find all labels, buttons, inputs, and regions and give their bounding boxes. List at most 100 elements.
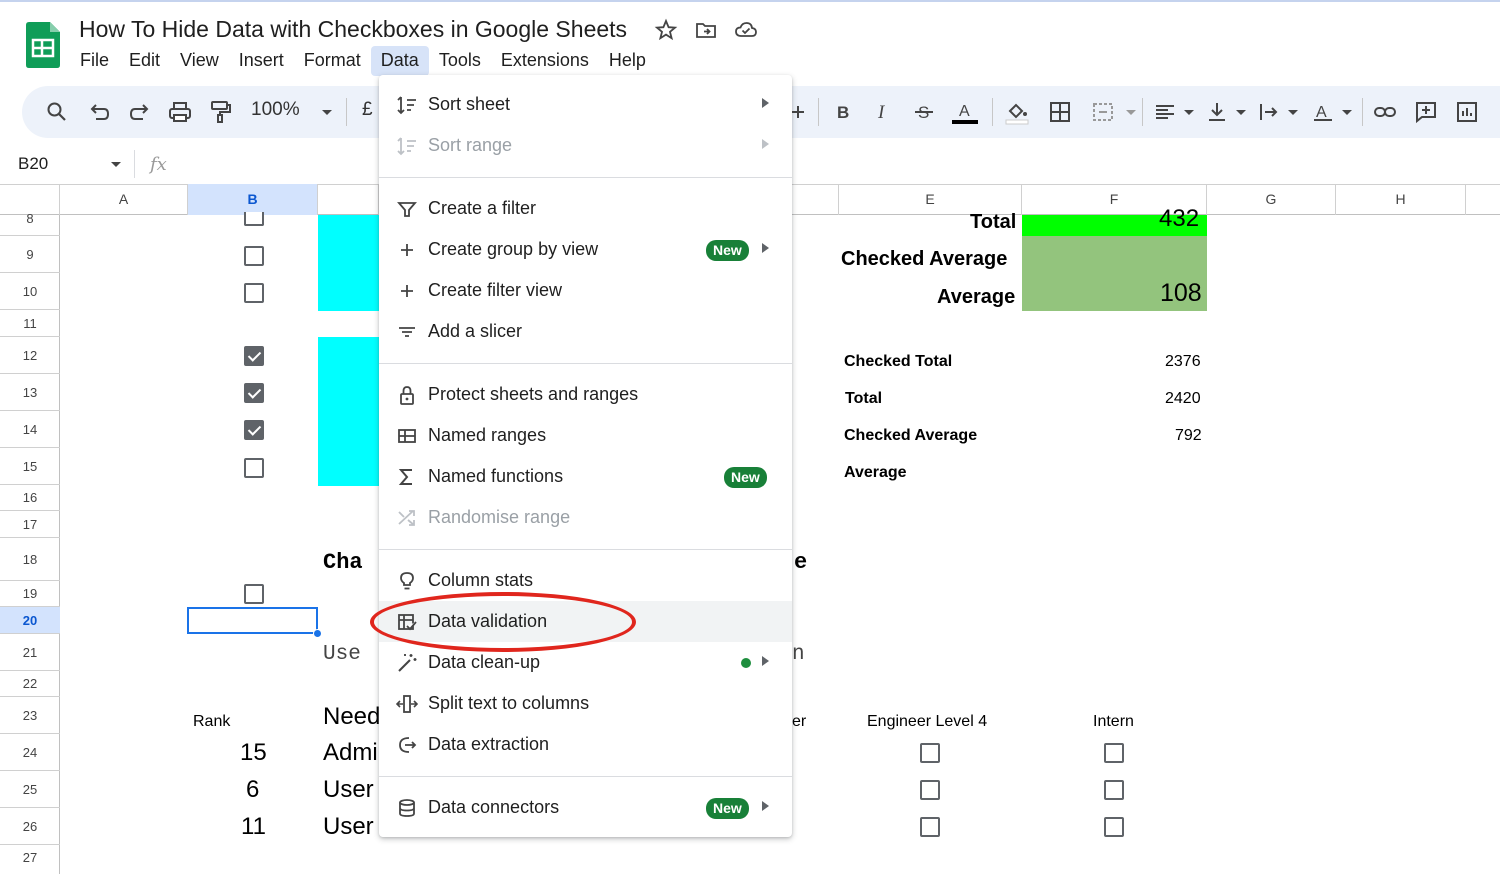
column-header-i[interactable] (1466, 184, 1500, 215)
row-header[interactable]: 13 (0, 374, 60, 411)
row-header[interactable]: 12 (0, 337, 60, 374)
bold-icon[interactable]: B (829, 99, 855, 125)
row-header[interactable]: 16 (0, 485, 60, 511)
row-header[interactable]: 18 (0, 538, 60, 581)
checkbox[interactable] (920, 780, 940, 800)
chevron-down-icon[interactable] (1118, 99, 1144, 125)
document-title[interactable]: How To Hide Data with Checkboxes in Goog… (79, 16, 627, 43)
row-header[interactable]: 11 (0, 310, 60, 337)
summary-label: Checked Total (844, 353, 953, 370)
fill-handle[interactable] (313, 629, 322, 638)
menu-help[interactable]: Help (599, 46, 656, 76)
checkbox[interactable] (1104, 743, 1124, 763)
row-header[interactable]: 9 (0, 236, 60, 273)
column-header-b[interactable]: B (188, 184, 318, 215)
zoom-select[interactable]: 100% (251, 99, 300, 121)
checkbox[interactable] (1104, 780, 1124, 800)
menu-item-create-filter-view[interactable]: Create filter view (379, 270, 792, 311)
chevron-down-icon[interactable] (1334, 99, 1360, 125)
row-header[interactable]: 19 (0, 581, 60, 607)
cloud-saved-icon[interactable] (734, 18, 758, 42)
checkbox[interactable] (244, 458, 264, 478)
checkbox[interactable] (244, 212, 264, 226)
menu-item-split-text[interactable]: Split text to columns (379, 683, 792, 724)
name-box[interactable]: B20 (18, 154, 48, 174)
paint-format-icon[interactable] (207, 99, 233, 125)
redo-icon[interactable] (127, 99, 153, 125)
menu-item-data-extraction[interactable]: Data extraction (379, 724, 792, 765)
row-header[interactable]: 26 (0, 808, 60, 845)
fill-color-icon[interactable] (1004, 99, 1030, 125)
menu-insert[interactable]: Insert (229, 46, 294, 76)
undo-icon[interactable] (86, 99, 112, 125)
star-icon[interactable] (654, 18, 678, 42)
insert-chart-icon[interactable] (1454, 99, 1480, 125)
column-header-a[interactable]: A (60, 184, 188, 215)
row-header[interactable]: 20 (0, 607, 60, 634)
strikethrough-icon[interactable]: S (911, 99, 937, 125)
text-rotation-icon[interactable]: A (1310, 99, 1336, 125)
menu-item-data-connectors[interactable]: Data connectors New (379, 787, 792, 828)
menu-file[interactable]: File (70, 46, 119, 76)
merge-cells-icon[interactable] (1090, 99, 1116, 125)
row-header[interactable]: 15 (0, 448, 60, 485)
currency-button[interactable]: £ (362, 99, 373, 121)
menu-item-create-group-by-view[interactable]: Create group by view New (379, 229, 792, 270)
checkbox[interactable] (920, 743, 940, 763)
checkbox[interactable] (244, 283, 264, 303)
row-header[interactable]: 23 (0, 697, 60, 734)
column-header-g[interactable]: G (1207, 184, 1336, 215)
checkbox[interactable] (244, 246, 264, 266)
borders-icon[interactable] (1047, 99, 1073, 125)
chevron-down-icon[interactable] (1176, 99, 1202, 125)
row-header[interactable]: 21 (0, 634, 60, 671)
move-folder-icon[interactable] (694, 18, 718, 42)
chevron-down-icon[interactable] (314, 99, 340, 125)
checkbox-checked[interactable] (244, 383, 264, 403)
insert-comment-icon[interactable] (1413, 99, 1439, 125)
menu-item-named-functions[interactable]: Named functions New (379, 456, 792, 497)
checkbox-checked[interactable] (244, 346, 264, 366)
checkbox[interactable] (920, 817, 940, 837)
row-header[interactable]: 22 (0, 671, 60, 697)
search-icon[interactable] (44, 99, 70, 125)
column-header-h[interactable]: H (1336, 184, 1466, 215)
menu-item-sort-range[interactable]: Sort range (379, 125, 792, 166)
checkbox[interactable] (1104, 817, 1124, 837)
sheets-logo-icon[interactable] (26, 22, 60, 68)
menu-extensions[interactable]: Extensions (491, 46, 599, 76)
text-color-icon[interactable]: A (952, 99, 978, 125)
checkbox-checked[interactable] (244, 420, 264, 440)
column-header-c[interactable] (318, 184, 379, 215)
italic-icon[interactable]: I (870, 99, 896, 125)
menu-format[interactable]: Format (294, 46, 371, 76)
checkbox[interactable] (244, 584, 264, 604)
row-header[interactable]: 14 (0, 411, 60, 448)
selected-cell-b20[interactable] (187, 607, 318, 634)
column-header-d[interactable] (792, 184, 839, 215)
menu-edit[interactable]: Edit (119, 46, 170, 76)
menu-tools[interactable]: Tools (429, 46, 491, 76)
menu-item-protect-sheets[interactable]: Protect sheets and ranges (379, 374, 792, 415)
row-header[interactable]: 8 (0, 212, 60, 236)
menu-item-sort-sheet[interactable]: Sort sheet (379, 84, 792, 125)
vertical-align-icon[interactable] (1204, 99, 1230, 125)
chevron-down-icon[interactable] (110, 158, 122, 170)
chevron-down-icon[interactable] (1280, 99, 1306, 125)
menu-data[interactable]: Data (370, 46, 429, 76)
menu-item-named-ranges[interactable]: Named ranges (379, 415, 792, 456)
text-wrap-icon[interactable] (1256, 99, 1282, 125)
row-header[interactable]: 17 (0, 511, 60, 538)
chevron-down-icon[interactable] (1228, 99, 1254, 125)
row-header[interactable]: 25 (0, 771, 60, 808)
align-left-icon[interactable] (1152, 99, 1178, 125)
row-header[interactable]: 27 (0, 845, 60, 874)
row-header[interactable]: 10 (0, 273, 60, 310)
print-icon[interactable] (167, 99, 193, 125)
menu-item-randomise-range[interactable]: Randomise range (379, 497, 792, 538)
menu-item-add-slicer[interactable]: Add a slicer (379, 311, 792, 352)
row-header[interactable]: 24 (0, 734, 60, 771)
menu-view[interactable]: View (170, 46, 229, 76)
insert-link-icon[interactable] (1372, 99, 1398, 125)
menu-item-create-filter[interactable]: Create a filter (379, 188, 792, 229)
